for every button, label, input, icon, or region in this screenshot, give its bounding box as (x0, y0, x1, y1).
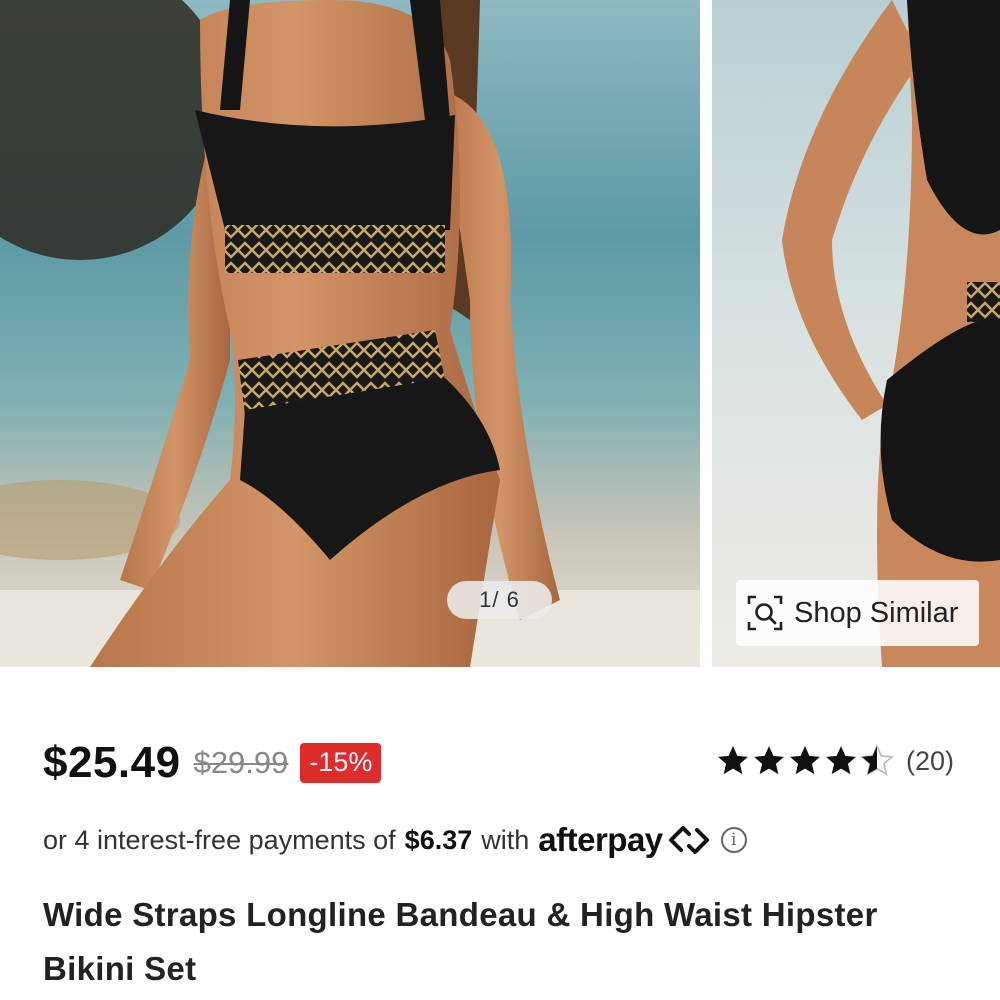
current-price: $25.49 (43, 738, 181, 787)
star-icon (826, 746, 856, 775)
installment-info: or 4 interest-free payments of $6.37 wit… (43, 818, 747, 862)
shop-similar-button[interactable]: Shop Similar (736, 580, 979, 646)
discount-badge: -15% (300, 743, 382, 783)
product-image-main[interactable] (0, 0, 700, 667)
original-price: $29.99 (193, 745, 289, 780)
star-rating (716, 744, 894, 778)
product-title: Wide Straps Longline Bandeau & High Wais… (43, 896, 878, 987)
installment-amount: $6.37 (404, 824, 473, 855)
info-icon[interactable]: i (720, 827, 747, 853)
afterpay-logo[interactable]: afterpay (538, 821, 710, 859)
installment-prefix: or 4 interest-free payments of (43, 824, 396, 855)
image-counter: 1/ 6 (447, 581, 552, 619)
star-icon (718, 746, 748, 775)
price-row: $25.49 $29.99 -15% (43, 733, 382, 793)
star-icon (754, 746, 784, 775)
shop-similar-label: Shop Similar (794, 596, 959, 629)
afterpay-wordmark: afterpay (538, 821, 663, 858)
product-gallery[interactable]: 1/ 6 Shop Similar (0, 0, 1000, 667)
rating-summary[interactable]: (20) (716, 738, 954, 784)
afterpay-loop-icon (668, 826, 709, 854)
installment-with: with (481, 824, 530, 855)
review-count: (20) (906, 745, 955, 776)
star-icon (790, 746, 820, 775)
product-image-secondary[interactable] (712, 0, 1000, 667)
star-half-icon (860, 744, 894, 776)
search-lens-icon (747, 595, 783, 631)
